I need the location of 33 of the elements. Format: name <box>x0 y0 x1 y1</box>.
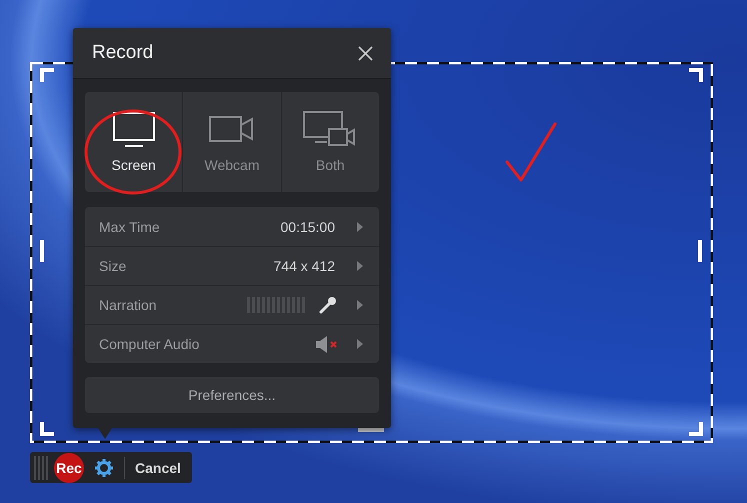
edge-handle[interactable] <box>698 240 702 262</box>
setting-label: Size <box>99 258 128 274</box>
corner-handle[interactable] <box>40 422 54 436</box>
chevron-right-icon[interactable] <box>357 222 363 232</box>
grip-icon[interactable] <box>34 456 48 480</box>
setting-label: Computer Audio <box>99 336 200 352</box>
mode-tab[interactable]: Both <box>282 92 379 192</box>
close-icon <box>358 46 373 60</box>
setting-value: 00:15:00 <box>280 218 335 234</box>
edge-handle[interactable] <box>358 428 384 432</box>
settings-icon <box>95 458 113 476</box>
preferences-button[interactable]: Preferences... <box>85 377 379 413</box>
edge-handle[interactable] <box>40 240 44 262</box>
check-mark-drawing <box>506 122 556 182</box>
cancel-button[interactable]: Cancel <box>131 460 185 476</box>
close-button[interactable] <box>358 46 373 60</box>
chevron-right-icon[interactable] <box>357 261 363 271</box>
muted-speaker-icon[interactable] <box>315 334 337 354</box>
chevron-right-icon[interactable] <box>357 300 363 310</box>
audio-meter-icon <box>247 297 305 313</box>
setting-label: Narration <box>99 297 158 313</box>
chevron-right-icon[interactable] <box>357 339 363 349</box>
mode-tab[interactable]: Webcam <box>183 92 281 192</box>
setting-value: 744 x 412 <box>274 258 335 274</box>
monitor-camera-icon <box>303 111 358 149</box>
corner-handle[interactable] <box>689 68 703 82</box>
corner-handle[interactable] <box>40 68 54 82</box>
mode-tab[interactable]: Screen <box>85 92 182 192</box>
panel-title: Record <box>92 42 154 64</box>
setting-label: Max Time <box>99 218 161 234</box>
record-button[interactable]: Rec <box>54 452 84 482</box>
microphone-icon[interactable] <box>319 296 337 314</box>
corner-handle[interactable] <box>689 422 703 436</box>
